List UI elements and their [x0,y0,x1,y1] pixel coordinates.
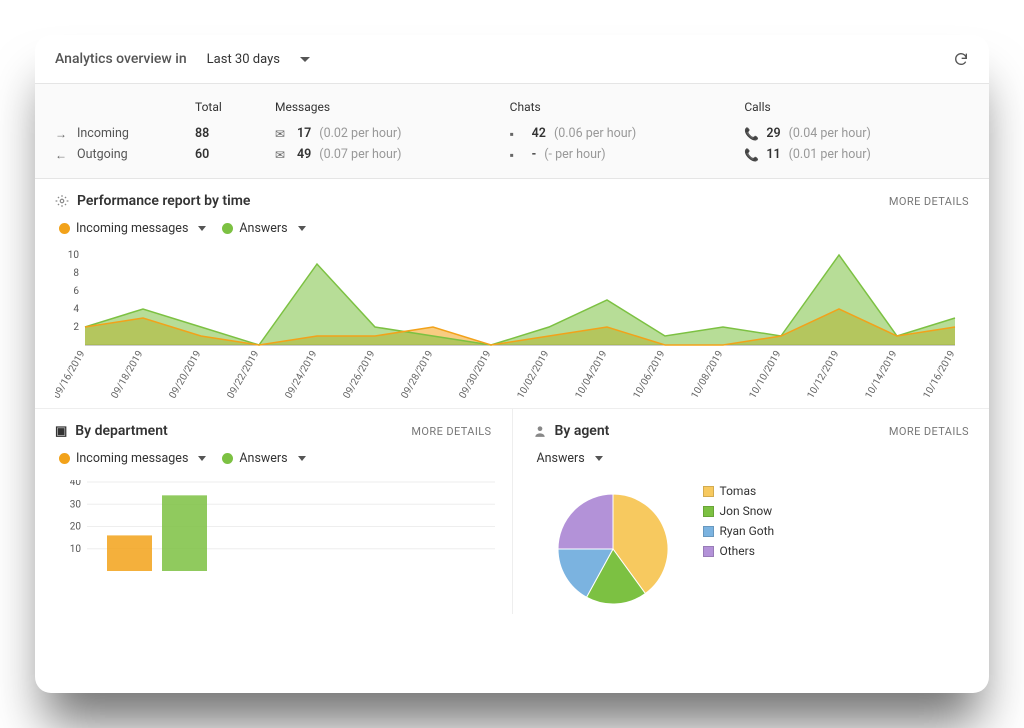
analytics-card: Analytics overview in Last 30 days →Inco… [35,35,989,693]
svg-text:09/22/2019: 09/22/2019 [225,349,261,400]
dot-green-icon [222,223,233,234]
swatch-others [703,546,714,557]
person-icon [533,424,547,438]
swatch-ryan-goth [703,526,714,537]
swatch-jon-snow [703,506,714,517]
svg-text:10/02/2019: 10/02/2019 [515,349,551,400]
svg-text:10/12/2019: 10/12/2019 [805,349,841,400]
svg-text:2: 2 [73,322,79,333]
page-header: Analytics overview in Last 30 days [35,35,989,84]
svg-text:10/16/2019: 10/16/2019 [921,349,957,400]
gear-icon [55,194,69,208]
mail-icon: ✉ [275,127,289,141]
agent-more-link[interactable]: MORE DETAILS [889,425,969,438]
summary-grid: →Incoming ←Outgoing Total 88 60 Messages… [35,84,989,179]
chevron-down-icon [300,57,310,62]
svg-text:09/24/2019: 09/24/2019 [283,349,319,400]
folder-icon: ▣ [55,424,67,439]
row-outgoing-label: ←Outgoing [55,147,185,162]
svg-text:09/16/2019: 09/16/2019 [55,349,88,400]
department-more-link[interactable]: MORE DETAILS [411,425,491,438]
department-title: ▣ By department [55,423,168,439]
dept-legend-incoming-dropdown[interactable]: Incoming messages [59,451,206,466]
total-incoming: 88 [195,126,209,141]
agent-title: By agent [533,423,610,439]
chat-icon: ▪ [510,127,524,141]
date-range-dropdown[interactable]: Last 30 days [207,52,310,67]
chevron-down-icon [198,226,206,231]
dot-orange-icon [59,453,70,464]
svg-text:10/14/2019: 10/14/2019 [863,349,899,400]
department-chart: 10 20 30 40 [55,480,495,575]
chat-icon: ▪ [510,148,524,162]
total-head: Total [195,100,265,114]
row-incoming-label: →Incoming [55,126,185,141]
dot-orange-icon [59,223,70,234]
svg-text:10: 10 [70,544,82,555]
agent-panel: By agent MORE DETAILS Answers Tomas Jon … [513,409,990,614]
svg-text:10/08/2019: 10/08/2019 [689,349,725,400]
legend-answers-dropdown[interactable]: Answers [222,221,305,236]
chats-head: Chats [510,100,735,114]
legend-incoming-dropdown[interactable]: Incoming messages [59,221,206,236]
svg-text:10: 10 [68,250,80,261]
agent-metric-dropdown[interactable]: Answers [537,451,603,466]
refresh-icon[interactable] [953,51,969,67]
chevron-down-icon [198,456,206,461]
performance-title: Performance report by time [55,193,250,209]
arrow-left-icon: ← [55,148,69,162]
svg-text:10/04/2019: 10/04/2019 [573,349,609,400]
phone-icon: 📞 [744,127,758,141]
svg-text:09/20/2019: 09/20/2019 [167,349,203,400]
dept-legend-answers-dropdown[interactable]: Answers [222,451,305,466]
performance-legend: Incoming messages Answers [39,215,989,246]
performance-chart: 2 4 6 8 10 09/16/2019 09/18/2019 09/20/2019 09/2… [55,250,965,400]
svg-text:6: 6 [73,286,79,297]
svg-text:09/18/2019: 09/18/2019 [109,349,145,400]
chevron-down-icon [298,226,306,231]
swatch-tomas [703,486,714,497]
mail-icon: ✉ [275,148,289,162]
page-title: Analytics overview in [55,51,187,67]
svg-text:30: 30 [70,499,82,510]
svg-text:8: 8 [73,268,79,279]
arrow-right-icon: → [55,127,69,141]
chevron-down-icon [298,456,306,461]
date-range-label: Last 30 days [207,52,280,67]
svg-text:40: 40 [70,480,82,488]
svg-text:09/26/2019: 09/26/2019 [341,349,377,400]
messages-head: Messages [275,100,500,114]
phone-icon: 📞 [744,148,758,162]
performance-more-link[interactable]: MORE DETAILS [889,195,969,208]
performance-panel: Performance report by time MORE DETAILS … [35,179,989,408]
agent-pie-legend: Tomas Jon Snow Ryan Goth Others [703,484,775,558]
department-panel: ▣ By department MORE DETAILS Incoming me… [35,409,513,614]
svg-text:10/06/2019: 10/06/2019 [631,349,667,400]
total-outgoing: 60 [195,147,209,162]
agent-pie-chart [533,484,683,614]
svg-text:09/30/2019: 09/30/2019 [457,349,493,400]
svg-text:20: 20 [70,522,82,533]
chevron-down-icon [595,456,603,461]
dot-green-icon [222,453,233,464]
svg-text:09/28/2019: 09/28/2019 [399,349,435,400]
calls-head: Calls [744,100,969,114]
svg-text:10/10/2019: 10/10/2019 [747,349,783,400]
svg-text:4: 4 [73,304,79,315]
